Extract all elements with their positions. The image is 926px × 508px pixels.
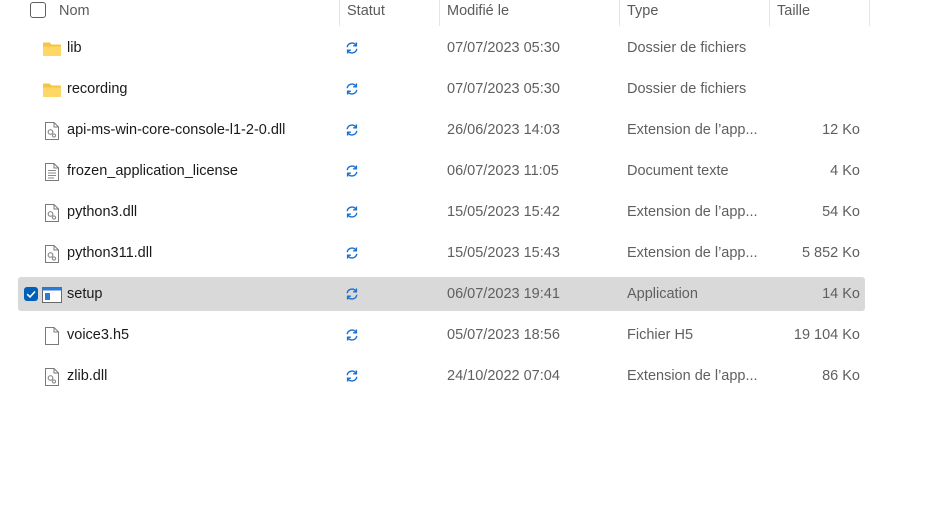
- sync-pending-icon: [345, 246, 359, 260]
- file-name: setup: [67, 286, 103, 302]
- select-all-checkbox[interactable]: [30, 2, 46, 18]
- file-name: recording: [67, 81, 128, 97]
- column-header-name[interactable]: Nom: [59, 0, 90, 26]
- application-icon: [42, 286, 62, 304]
- file-type: Fichier H5: [627, 327, 694, 343]
- file-modified-date: 07/07/2023 05:30: [447, 40, 560, 56]
- file-modified-date: 05/07/2023 18:56: [447, 327, 560, 343]
- file-size: 5 852 Ko: [801, 245, 860, 261]
- sync-pending-icon: [345, 41, 359, 55]
- sync-pending-icon: [345, 369, 359, 383]
- file-row[interactable]: setup 06/07/2023 19:41 Application 14 Ko: [18, 277, 865, 311]
- file-size: [778, 72, 860, 106]
- sync-pending-icon: [345, 123, 359, 137]
- blank-file-icon: [42, 327, 62, 345]
- file-modified-date: 15/05/2023 15:43: [447, 245, 560, 261]
- file-row[interactable]: zlib.dll 24/10/2022 07:04 Extension de l’a…: [18, 359, 865, 393]
- column-header-modified[interactable]: Modifié le: [447, 0, 509, 26]
- dll-file-icon: [42, 204, 62, 222]
- file-name: frozen_application_license: [67, 163, 238, 179]
- file-modified-date: 06/07/2023 19:41: [447, 286, 560, 302]
- column-divider[interactable]: [439, 0, 440, 26]
- column-divider[interactable]: [769, 0, 770, 26]
- file-row[interactable]: lib 07/07/2023 05:30 Dossier de fichiers: [18, 31, 865, 65]
- sync-pending-icon: [345, 328, 359, 342]
- dll-file-icon: [42, 245, 62, 263]
- file-type: Dossier de fichiers: [627, 40, 747, 56]
- file-modified-date: 06/07/2023 11:05: [447, 163, 559, 179]
- file-size: 54 Ko: [822, 204, 860, 220]
- file-row[interactable]: python3.dll 15/05/2023 15:42 Extension de …: [18, 195, 865, 229]
- column-header-size[interactable]: Taille: [777, 0, 810, 26]
- sync-pending-icon: [345, 287, 359, 301]
- file-type: Extension de l’app...: [627, 122, 758, 138]
- dll-file-icon: [42, 122, 62, 140]
- file-name: zlib.dll: [67, 368, 108, 384]
- file-row[interactable]: frozen_application_license 06/07/2023 11:…: [18, 154, 865, 188]
- sync-pending-icon: [345, 205, 359, 219]
- column-divider[interactable]: [869, 0, 870, 26]
- folder-icon: [42, 81, 62, 99]
- row-checkbox[interactable]: [24, 287, 38, 301]
- column-header-type[interactable]: Type: [627, 0, 658, 26]
- file-type: Extension de l’app...: [627, 204, 758, 220]
- file-type: Extension de l’app...: [627, 245, 758, 261]
- file-size: 19 104 Ko: [793, 327, 860, 343]
- file-modified-date: 24/10/2022 07:04: [447, 368, 560, 384]
- file-modified-date: 26/06/2023 14:03: [447, 122, 560, 138]
- file-type: Document texte: [627, 163, 729, 179]
- file-size: 86 Ko: [822, 368, 860, 384]
- file-row[interactable]: recording 07/07/2023 05:30 Dossier de fich…: [18, 72, 865, 106]
- file-size: 14 Ko: [822, 286, 860, 302]
- file-row[interactable]: voice3.h5 05/07/2023 18:56 Fichier H5 19 10…: [18, 318, 865, 352]
- file-size: [778, 31, 860, 65]
- file-name: api-ms-win-core-console-l1-2-0.dll: [67, 122, 286, 138]
- file-name: python311.dll: [67, 245, 153, 261]
- file-size: 12 Ko: [822, 122, 860, 138]
- text-file-icon: [42, 163, 62, 181]
- file-name: python3.dll: [67, 204, 138, 220]
- file-name: lib: [67, 40, 82, 56]
- file-modified-date: 15/05/2023 15:42: [447, 204, 560, 220]
- file-row[interactable]: python311.dll 15/05/2023 15:43 Extension d…: [18, 236, 865, 270]
- file-type: Dossier de fichiers: [627, 81, 747, 97]
- dll-file-icon: [42, 368, 62, 386]
- sync-pending-icon: [345, 82, 359, 96]
- column-header-status[interactable]: Statut: [347, 0, 385, 26]
- file-name: voice3.h5: [67, 327, 130, 343]
- column-divider[interactable]: [619, 0, 620, 26]
- file-size: 4 Ko: [830, 163, 860, 179]
- sync-pending-icon: [345, 164, 359, 178]
- column-header-bar: Nom Statut Modifié le Type Taille: [0, 0, 870, 26]
- column-divider[interactable]: [339, 0, 340, 26]
- file-type: Application: [627, 286, 698, 302]
- file-type: Extension de l’app...: [627, 368, 758, 384]
- folder-icon: [42, 40, 62, 58]
- file-row[interactable]: api-ms-win-core-console-l1-2-0.dll 26/06/…: [18, 113, 865, 147]
- file-modified-date: 07/07/2023 05:30: [447, 81, 560, 97]
